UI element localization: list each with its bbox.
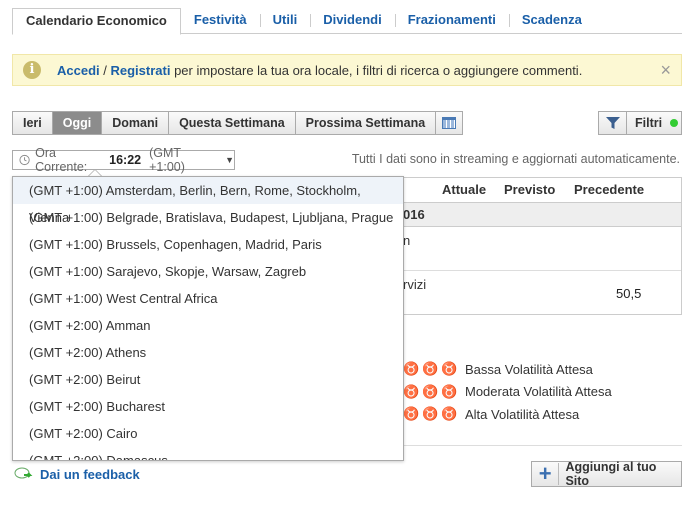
divider — [403, 445, 682, 446]
feedback-icon — [14, 467, 33, 479]
event-name: n — [403, 233, 411, 248]
previous-value: 50,5 — [616, 286, 642, 301]
login-link[interactable]: Accedi — [57, 63, 100, 78]
legend-label: Bassa Volatilità Attesa — [465, 361, 593, 377]
feedback-label: Dai un feedback — [40, 466, 140, 482]
legend-label: Moderata Volatilità Attesa — [465, 384, 612, 400]
filter-icon — [599, 112, 627, 134]
timezone-option[interactable]: (GMT +2:00) Damascus — [13, 447, 403, 460]
calendar-icon — [442, 117, 457, 129]
bull-icons-low: ♉♉♉ — [403, 361, 461, 377]
col-actual: Attuale — [442, 182, 487, 197]
bull-icons-high: ♉♉♉ — [403, 406, 461, 422]
add-to-site-label: Aggiungi al tuo Sito — [565, 460, 657, 488]
tab-dividendi[interactable]: Dividendi — [310, 8, 395, 34]
notice-text: Accedi / Registrati per impostare la tua… — [57, 63, 582, 78]
feedback-link[interactable]: Dai un feedback — [14, 466, 140, 482]
tab-scadenza[interactable]: Scadenza — [508, 8, 595, 34]
timezone-selector[interactable]: Ora Corrente: 16:22 (GMT +1:00) ▼ — [12, 146, 235, 174]
tomorrow-button[interactable]: Domani — [102, 112, 170, 134]
tab-festivita[interactable]: Festività — [181, 8, 260, 34]
notice-message: per impostare la tua ora locale, i filtr… — [170, 62, 583, 78]
col-previous: Precedente — [574, 182, 645, 197]
tab-calendario-economico[interactable]: Calendario Economico — [12, 8, 181, 35]
filters-label: Filtri — [635, 116, 663, 130]
timezone-option[interactable]: (GMT +2:00) Cairo — [13, 420, 403, 447]
date-row: 016 — [403, 202, 681, 227]
plus-icon: + — [532, 463, 560, 485]
add-to-site-button[interactable]: + Aggiungi al tuo Sito — [531, 460, 682, 488]
clock-icon — [19, 154, 30, 166]
close-icon[interactable]: × — [660, 60, 671, 81]
tab-bar: Calendario Economico Festività Utili Div… — [12, 8, 682, 35]
separator: / — [99, 62, 111, 78]
current-timezone: (GMT +1:00) — [149, 146, 185, 174]
filter-status-dot — [670, 119, 679, 127]
timezone-option[interactable]: (GMT +1:00) Sarajevo, Skopje, Warsaw, Za… — [13, 258, 403, 285]
this-week-button[interactable]: Questa Settimana — [169, 112, 296, 134]
legend-label: Alta Volatilità Attesa — [465, 406, 580, 422]
table-header: Attuale Previsto Precedente — [403, 178, 681, 202]
tab-utili[interactable]: Utili — [259, 8, 311, 34]
register-link[interactable]: Registrati — [110, 63, 170, 78]
timezone-option[interactable]: (GMT +1:00) Brussels, Copenhagen, Madrid… — [13, 231, 403, 258]
info-icon: i — [23, 61, 41, 79]
table-row[interactable]: n — [403, 227, 681, 271]
table-row[interactable]: rvizi 50,5 — [403, 271, 681, 315]
streaming-notice: Tutti I dati sono in streaming e aggiorn… — [351, 152, 680, 166]
login-notice: i Accedi / Registrati per impostare la t… — [12, 54, 682, 86]
date-range-buttons: Ieri Oggi Domani Questa Settimana Prossi… — [12, 111, 464, 135]
filters-button[interactable]: Filtri — [598, 111, 682, 135]
volatility-legend: ♉♉♉ Bassa Volatilità Attesa ♉♉♉ Moderata V… — [403, 358, 612, 426]
events-table: Attuale Previsto Precedente 016 n rvizi 5… — [403, 177, 682, 315]
today-button[interactable]: Oggi — [52, 112, 103, 134]
timezone-option[interactable]: (GMT +1:00) West Central Africa — [13, 285, 403, 312]
timezone-option[interactable]: (GMT +1:00) Amsterdam, Berlin, Bern, Rom… — [13, 177, 403, 225]
timezone-dropdown: (GMT +1:00) Amsterdam, Berlin, Bern, Rom… — [12, 176, 404, 461]
timezone-option[interactable]: (GMT +2:00) Amman — [13, 312, 403, 339]
tab-frazionamenti[interactable]: Frazionamenti — [394, 8, 509, 34]
timezone-option[interactable]: (GMT +2:00) Bucharest — [13, 393, 403, 420]
timezone-option[interactable]: (GMT +2:00) Athens — [13, 339, 403, 366]
timezone-option[interactable]: (GMT +2:00) Beirut — [13, 366, 403, 393]
dropdown-caret — [88, 169, 102, 176]
bull-icons-moderate: ♉♉♉ — [403, 383, 461, 399]
chevron-down-icon: ▼ — [225, 155, 234, 165]
yesterday-button[interactable]: Ieri — [13, 112, 53, 134]
timezone-option[interactable]: (GMT +1:00) Belgrade, Bratislava, Budape… — [13, 204, 403, 231]
next-week-button[interactable]: Prossima Settimana — [296, 112, 437, 134]
calendar-button[interactable] — [436, 112, 462, 134]
col-forecast: Previsto — [504, 182, 556, 197]
current-time: 16:22 — [109, 153, 142, 167]
event-name: rvizi — [403, 277, 427, 292]
